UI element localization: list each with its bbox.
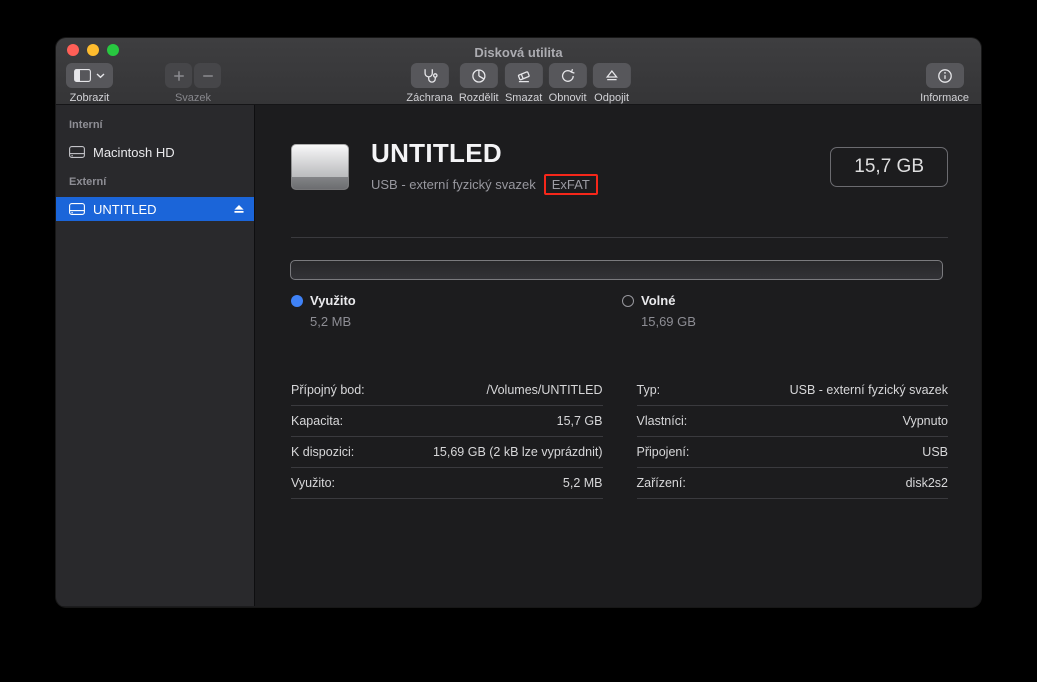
- restore-arrow-icon: [560, 68, 576, 84]
- toolbar-partition: Rozdělit: [459, 63, 499, 104]
- window-title: Disková utilita: [474, 45, 563, 60]
- details-left-column: Přípojný bod: /Volumes/UNTITLED Kapacita…: [291, 375, 603, 499]
- sidebar-item-label: Macintosh HD: [93, 144, 175, 160]
- eject-button[interactable]: [233, 204, 245, 214]
- toolbar-view-group: Zobrazit: [66, 63, 113, 104]
- header-divider: [291, 237, 948, 238]
- external-drive-icon: [69, 203, 85, 215]
- toolbar-info: Informace: [920, 63, 969, 104]
- add-volume-button[interactable]: [165, 63, 192, 88]
- capacity-box: 15,7 GB: [830, 146, 948, 187]
- erase-label: Smazat: [504, 92, 543, 104]
- details-table: Přípojný bod: /Volumes/UNTITLED Kapacita…: [291, 375, 948, 499]
- eraser-icon: [516, 68, 532, 84]
- volume-type: USB - externí fyzický svazek: [371, 177, 536, 192]
- zoom-button[interactable]: [107, 44, 119, 56]
- format-badge-annotated: ExFAT: [543, 174, 598, 195]
- restore-label: Obnovit: [548, 92, 587, 104]
- toolbar-center: Záchrana Rozdělit Smazat Obnovit Odpojit: [406, 63, 631, 104]
- free-value: 15,69 GB: [641, 314, 696, 329]
- detail-row-owners: Vlastníci: Vypnuto: [636, 406, 948, 437]
- first-aid-button[interactable]: [410, 63, 449, 88]
- volume-header: UNTITLED USB - externí fyzický svazek Ex…: [255, 105, 981, 195]
- sidebar-section-internal: Interní: [69, 119, 103, 131]
- toolbar: Zobrazit Svazek Záchrana Rozdělit Smazat…: [56, 60, 981, 104]
- view-button[interactable]: [66, 63, 113, 88]
- unmount-label: Odpojit: [594, 92, 630, 104]
- first-aid-label: Záchrana: [406, 92, 453, 104]
- used-label: Využito: [310, 293, 356, 308]
- used-dot-icon: [291, 294, 303, 307]
- minimize-button[interactable]: [87, 44, 99, 56]
- info-label: Informace: [920, 92, 969, 104]
- chevron-down-icon: [96, 72, 105, 79]
- legend-used: Využito 5,2 MB: [291, 293, 622, 329]
- toolbar-right: Informace: [920, 63, 969, 104]
- info-button[interactable]: [925, 63, 964, 88]
- free-label: Volné: [641, 293, 676, 308]
- main-content: UNTITLED USB - externí fyzický svazek Ex…: [255, 105, 981, 606]
- minus-icon: [202, 70, 214, 82]
- sidebar-section-external: Externí: [69, 176, 107, 188]
- disk-utility-window: Disková utilita Zobrazit Svazek Záchrana…: [56, 38, 981, 607]
- sidebar-item-label: UNTITLED: [93, 201, 157, 217]
- sidebar: Interní Macintosh HD Externí UNTITLED: [56, 105, 255, 606]
- remove-volume-button[interactable]: [194, 63, 221, 88]
- volume-label: Svazek: [174, 92, 212, 104]
- usage-legend: Využito 5,2 MB Volné 15,69 GB: [291, 293, 948, 329]
- usage-bar: [290, 260, 943, 280]
- pie-icon: [471, 68, 487, 84]
- erase-button[interactable]: [504, 63, 543, 88]
- plus-icon: [173, 70, 185, 82]
- view-label: Zobrazit: [69, 92, 110, 104]
- eject-icon: [604, 68, 620, 84]
- sidebar-icon: [74, 69, 91, 82]
- detail-row-mount-point: Přípojný bod: /Volumes/UNTITLED: [291, 375, 603, 406]
- details-right-column: Typ: USB - externí fyzický svazek Vlastn…: [636, 375, 948, 499]
- legend-free: Volné 15,69 GB: [622, 293, 696, 329]
- toolbar-restore: Obnovit: [548, 63, 587, 104]
- window-header: Disková utilita Zobrazit Svazek Záchrana…: [56, 38, 981, 105]
- partition-button[interactable]: [459, 63, 498, 88]
- detail-row-connection: Připojení: USB: [636, 437, 948, 468]
- detail-row-device: Zařízení: disk2s2: [636, 468, 948, 499]
- detail-row-capacity: Kapacita: 15,7 GB: [291, 406, 603, 437]
- internal-drive-icon: [69, 146, 85, 158]
- external-disk-icon: [291, 143, 349, 190]
- toolbar-first-aid: Záchrana: [406, 63, 453, 104]
- volume-name: UNTITLED: [371, 138, 502, 168]
- toolbar-erase: Smazat: [504, 63, 543, 104]
- restore-button[interactable]: [548, 63, 587, 88]
- detail-row-used: Využito: 5,2 MB: [291, 468, 603, 499]
- stethoscope-icon: [422, 68, 438, 84]
- disk-icon-band: [292, 176, 348, 189]
- toolbar-volume-group: Svazek: [165, 63, 221, 104]
- toolbar-unmount: Odpojit: [592, 63, 631, 104]
- info-icon: [937, 68, 953, 84]
- partition-label: Rozdělit: [458, 92, 499, 104]
- detail-row-type: Typ: USB - externí fyzický svazek: [636, 375, 948, 406]
- used-value: 5,2 MB: [310, 314, 352, 329]
- sidebar-item-macintosh-hd[interactable]: Macintosh HD: [56, 140, 254, 164]
- detail-row-available: K dispozici: 15,69 GB (2 kB lze vyprázdn…: [291, 437, 603, 468]
- free-dot-icon: [622, 294, 634, 307]
- close-button[interactable]: [67, 44, 79, 56]
- traffic-lights: [67, 44, 119, 56]
- sidebar-item-untitled[interactable]: UNTITLED: [56, 197, 254, 221]
- unmount-button[interactable]: [592, 63, 631, 88]
- titlebar: Disková utilita: [56, 38, 981, 60]
